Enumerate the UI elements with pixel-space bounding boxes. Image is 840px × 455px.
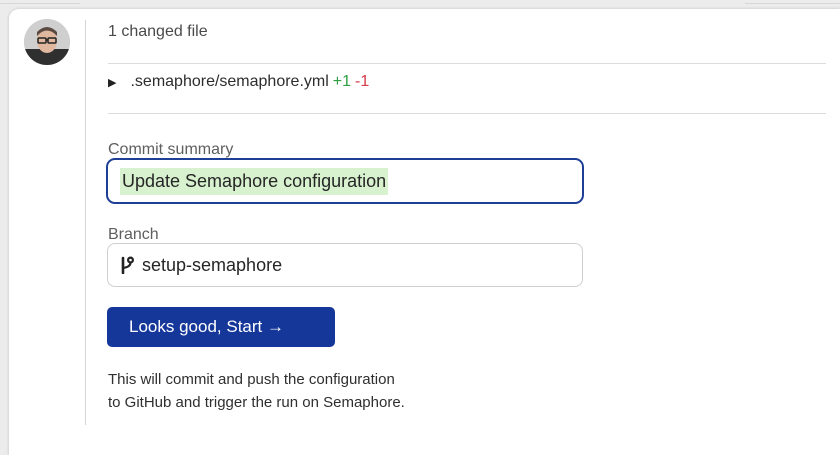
branch-label: Branch bbox=[108, 226, 159, 243]
branch-input[interactable]: setup-semaphore bbox=[107, 243, 583, 287]
help-text-line: to GitHub and trigger the run on Semapho… bbox=[108, 394, 405, 411]
deletions-count: -1 bbox=[355, 73, 370, 90]
page: 1 changed file ▶ .semaphore/semaphore.ym… bbox=[0, 0, 840, 455]
section-divider bbox=[108, 63, 826, 64]
help-text: This will commit and push the configurat… bbox=[108, 368, 528, 414]
section-divider bbox=[108, 113, 826, 114]
branch-value: setup-semaphore bbox=[142, 254, 283, 275]
commit-summary-value: Update Semaphore configuration bbox=[120, 167, 389, 195]
avatar bbox=[24, 19, 70, 65]
expand-caret-icon[interactable]: ▶ bbox=[108, 76, 116, 89]
commit-summary-label: Commit summary bbox=[108, 141, 234, 158]
git-branch-icon bbox=[121, 256, 134, 274]
avatar-photo bbox=[24, 19, 70, 65]
timeline-divider bbox=[85, 20, 86, 425]
file-path: .semaphore/semaphore.yml bbox=[130, 73, 329, 90]
background-divider bbox=[0, 3, 80, 4]
background-divider bbox=[745, 3, 840, 4]
looks-good-start-button[interactable]: Looks good, Start → bbox=[107, 307, 335, 347]
changed-file-row[interactable]: ▶ .semaphore/semaphore.yml +1 -1 bbox=[108, 71, 369, 93]
help-text-line: This will commit and push the configurat… bbox=[108, 371, 395, 388]
changed-files-heading: 1 changed file bbox=[108, 23, 208, 40]
commit-summary-input[interactable]: Update Semaphore configuration bbox=[106, 158, 584, 204]
additions-count: +1 bbox=[332, 73, 352, 90]
